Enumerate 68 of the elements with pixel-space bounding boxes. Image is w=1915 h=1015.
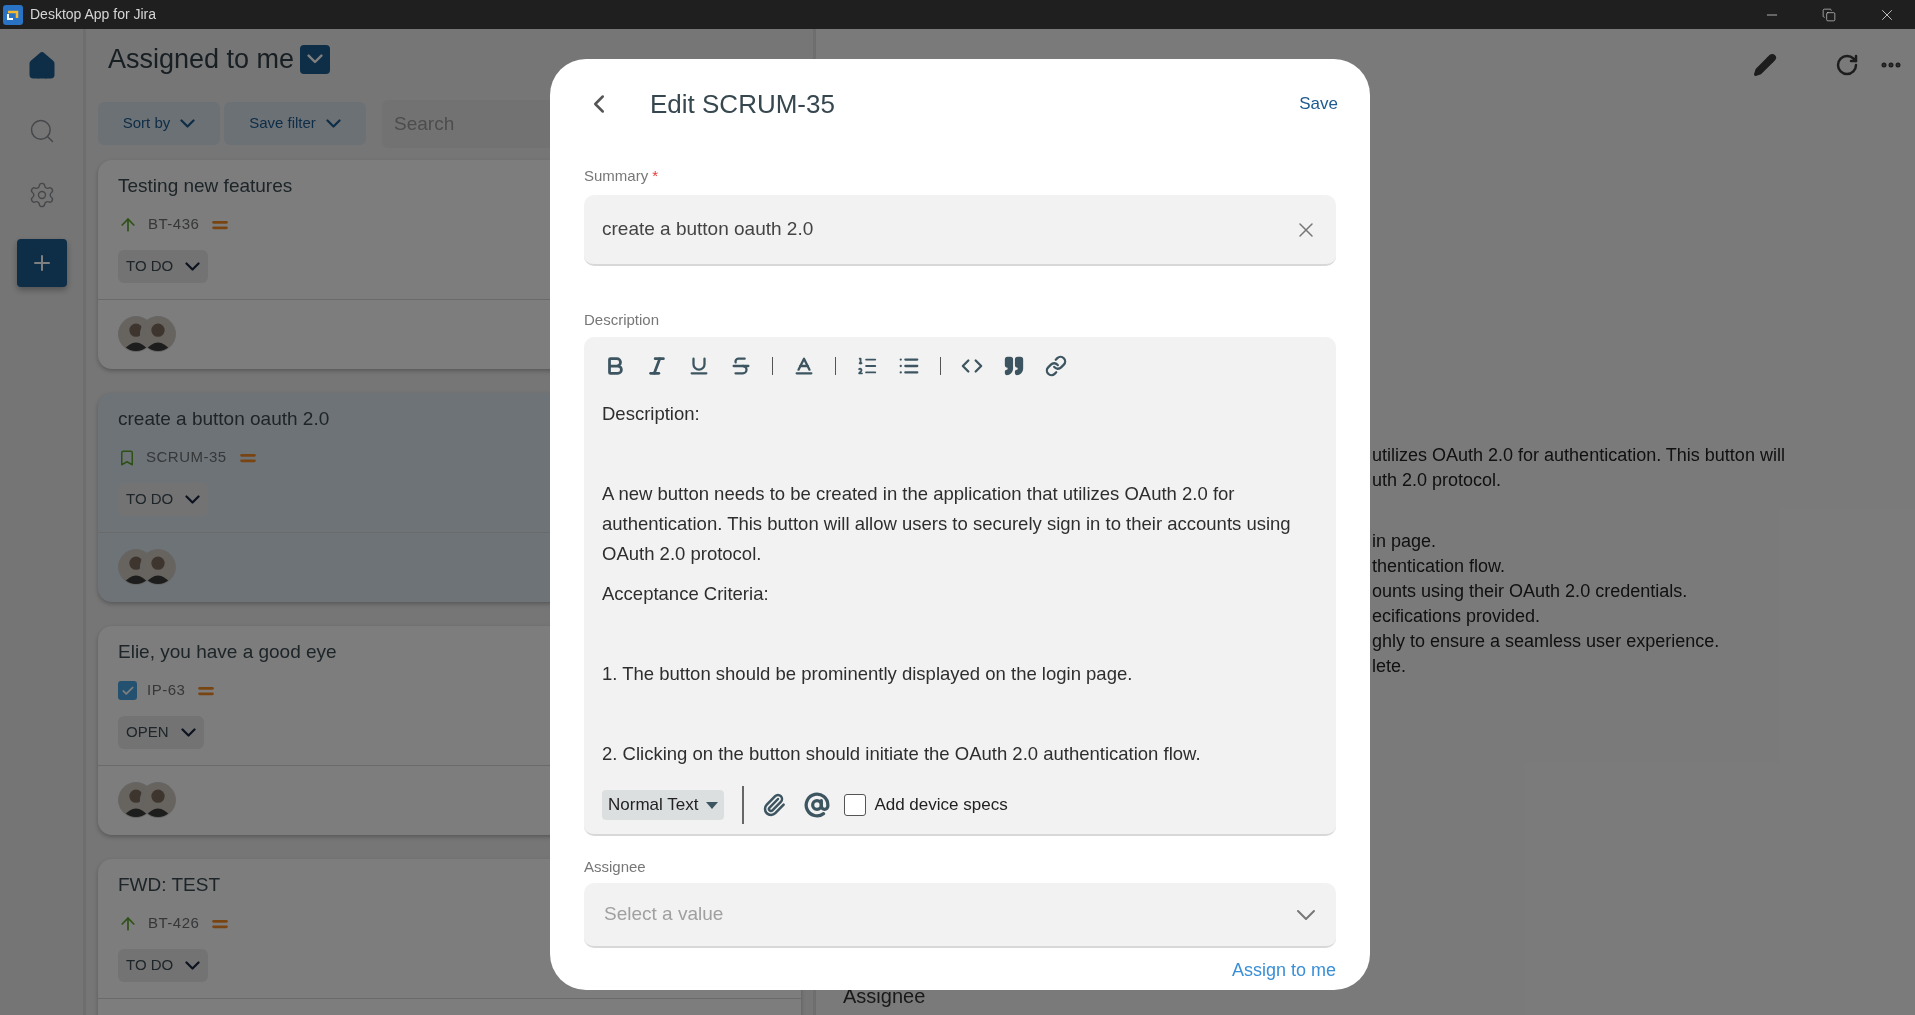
issue-title: FWD: TEST bbox=[118, 872, 221, 897]
status-dropdown[interactable]: TO DO bbox=[118, 948, 209, 982]
avatar bbox=[140, 316, 176, 352]
view-dropdown-button[interactable] bbox=[300, 44, 331, 74]
home-icon[interactable] bbox=[26, 51, 57, 81]
device-specs-label: Add device specs bbox=[874, 794, 1008, 817]
issue-title: Elie, you have a good eye bbox=[118, 639, 337, 664]
checkbox-icon bbox=[118, 681, 137, 700]
detail-text: thentication flow. bbox=[1372, 555, 1507, 578]
assignee-select[interactable]: Select a value bbox=[584, 883, 1336, 948]
assign-to-me-link[interactable]: Assign to me bbox=[1231, 957, 1336, 984]
detail-text: uth 2.0 protocol. bbox=[1372, 469, 1503, 492]
avatar bbox=[140, 549, 176, 585]
text-style-dropdown[interactable]: Normal Text bbox=[602, 790, 725, 820]
required-mark: * bbox=[652, 165, 659, 186]
issue-key: BT-426 bbox=[148, 912, 200, 935]
description-paragraph: Description: bbox=[602, 402, 701, 426]
issue-key: SCRUM-35 bbox=[146, 446, 227, 469]
device-specs-checkbox[interactable] bbox=[844, 794, 867, 816]
assignee-label: Assignee bbox=[843, 984, 926, 1009]
assignee-field-label: Assignee bbox=[584, 859, 647, 875]
sort-button[interactable]: Sort by bbox=[98, 102, 220, 145]
italic-icon[interactable] bbox=[646, 355, 668, 377]
save-button[interactable]: Save bbox=[1299, 91, 1338, 117]
restore-icon[interactable] bbox=[1822, 7, 1836, 22]
save-filter-button[interactable]: Save filter bbox=[224, 102, 366, 145]
text-color-icon[interactable] bbox=[793, 355, 815, 377]
avatar bbox=[140, 782, 176, 818]
paperclip-icon[interactable] bbox=[762, 793, 787, 817]
window-title: Desktop App for Jira bbox=[30, 5, 157, 24]
create-button[interactable] bbox=[16, 239, 67, 287]
edit-icon[interactable] bbox=[1753, 53, 1777, 77]
issue-title: Testing new features bbox=[118, 173, 293, 198]
detail-text: ounts using their OAuth 2.0 credentials. bbox=[1372, 580, 1689, 603]
chevron-down-icon[interactable] bbox=[180, 727, 196, 737]
detail-text: ghly to ensure a seamless user experience. bbox=[1372, 630, 1721, 653]
chevron-down-icon[interactable] bbox=[325, 119, 341, 128]
detail-text: utilizes OAuth 2.0 for authentication. This button will bbox=[1372, 444, 1786, 467]
triangle-down-icon bbox=[706, 801, 719, 809]
issue-title: create a button oauth 2.0 bbox=[118, 406, 330, 431]
summary-label: Summary bbox=[584, 165, 649, 186]
strikethrough-icon[interactable] bbox=[730, 355, 752, 377]
chevron-down-icon[interactable] bbox=[185, 960, 201, 970]
quote-icon[interactable] bbox=[1003, 355, 1025, 377]
list-title: Assigned to me bbox=[108, 43, 295, 76]
detail-text: lete. bbox=[1372, 655, 1408, 678]
description-editor[interactable] bbox=[584, 337, 1336, 836]
status-dropdown[interactable]: OPEN bbox=[118, 715, 204, 749]
status-dropdown[interactable]: TO DO bbox=[118, 482, 209, 516]
numbered-list-icon[interactable] bbox=[856, 355, 878, 377]
chevron-down-icon[interactable] bbox=[180, 119, 196, 128]
chevron-down-icon[interactable] bbox=[1296, 908, 1316, 921]
detail-text: in page. bbox=[1372, 530, 1438, 553]
underline-icon[interactable] bbox=[688, 355, 710, 377]
link-icon[interactable] bbox=[1045, 355, 1067, 377]
detail-text: ecifications provided. bbox=[1372, 605, 1542, 628]
issue-key: BT-436 bbox=[148, 213, 200, 236]
app-logo-icon bbox=[3, 4, 23, 25]
mention-icon[interactable] bbox=[804, 792, 831, 818]
refresh-icon[interactable] bbox=[1835, 53, 1859, 77]
chevron-down-icon[interactable] bbox=[185, 494, 201, 504]
chevron-down-icon[interactable] bbox=[185, 261, 201, 271]
dialog-title: Edit SCRUM-35 bbox=[650, 87, 835, 121]
issue-key: IP-63 bbox=[147, 679, 186, 702]
bullet-list-icon[interactable] bbox=[898, 355, 920, 377]
summary-field[interactable]: create a button oauth 2.0 bbox=[584, 195, 1336, 266]
status-dropdown[interactable]: TO DO bbox=[118, 249, 209, 283]
description-label: Description bbox=[584, 312, 661, 328]
